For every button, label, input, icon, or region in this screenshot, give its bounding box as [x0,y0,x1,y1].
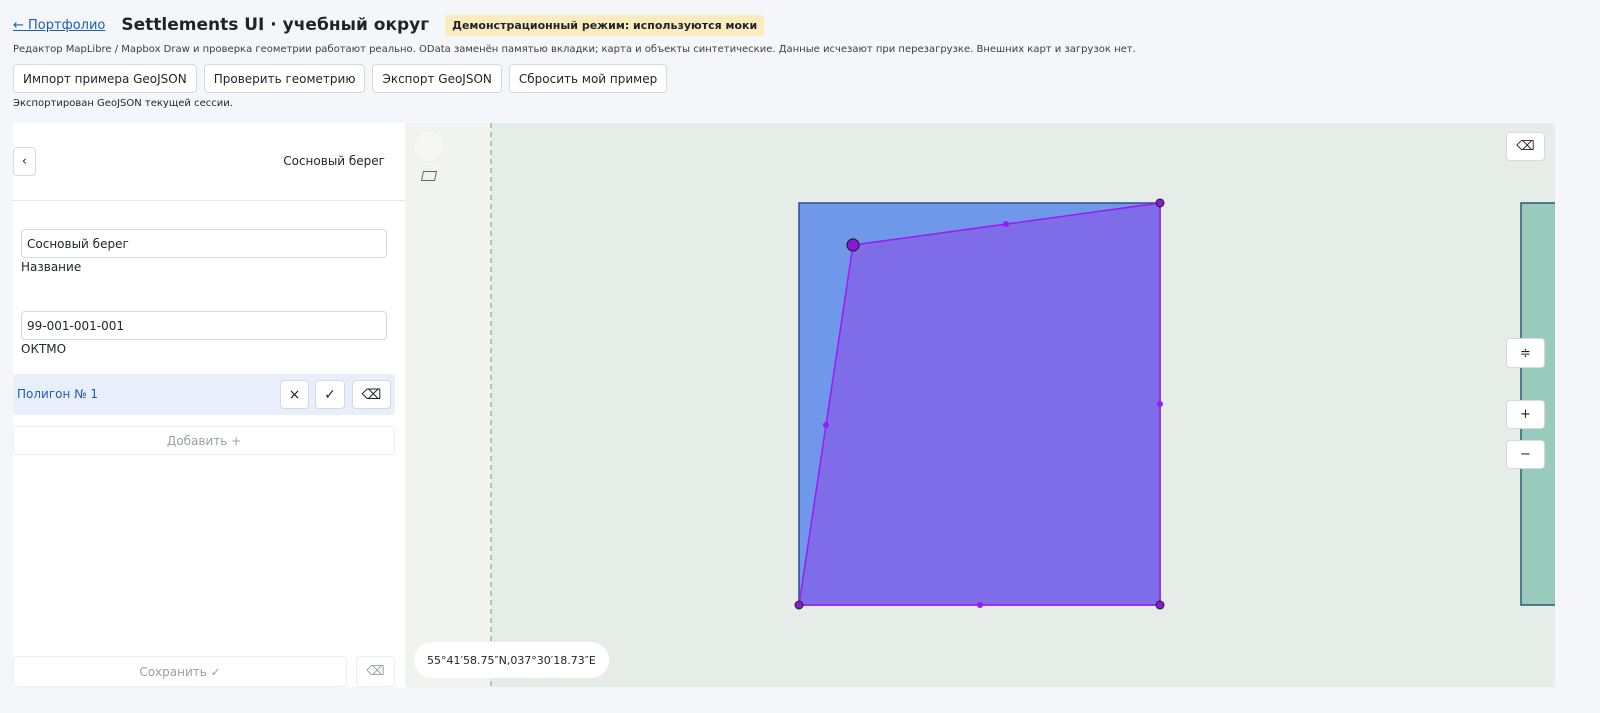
polygon-list-item[interactable]: Полигон № 1 × ✓ ⌫ [13,374,395,415]
reset-example-button[interactable]: Сбросить мой пример [508,64,668,93]
page-description: Редактор MapLibre / Mapbox Draw и провер… [13,44,1136,55]
midpoint-handle [1003,221,1009,227]
save-button[interactable]: Сохранить ✓ [13,656,347,687]
polygon-label[interactable]: Полигон № 1 [17,387,98,401]
map-circle-control[interactable] [413,130,445,162]
name-input[interactable] [21,229,387,258]
sidebar-back-button[interactable]: ‹ [13,147,36,176]
vertex-handle [794,600,804,610]
toolbar: Импорт примера GeoJSON Проверить геометр… [13,64,668,93]
oktmo-input[interactable] [21,311,387,340]
export-geojson-button[interactable]: Экспорт GeoJSON [372,64,502,93]
header: ← Портфолио Settlements UI · учебный окр… [13,12,765,38]
midpoint-handle [823,422,829,428]
polygon-confirm-button[interactable]: ✓ [315,380,345,409]
draw-polygon-icon[interactable] [420,171,438,181]
demo-mode-badge: Демонстрационный режим: используются мок… [445,14,765,36]
sidebar-header: ‹ Сосновый берег [13,123,405,201]
coordinates-readout: 55°41′58.75″N,037°30′18.73″E [414,642,609,678]
settlement-sidebar: ‹ Сосновый берег Название ОКТМО Полигон … [13,123,405,687]
vertex-handle [1155,600,1165,610]
midpoint-handle [977,602,983,608]
vertex-handle [846,238,860,252]
delete-settlement-button[interactable]: ⌫ [356,656,395,687]
compass-button[interactable]: ≑ [1506,338,1545,368]
name-label: Название [21,260,82,274]
page-title: Settlements UI · учебный округ [121,15,430,35]
map-canvas[interactable]: ⌫ ≑ + − 55°41′58.75″N,037°30′18.73″E [405,123,1555,687]
vertex-handle [1155,198,1165,208]
sidebar-title: Сосновый берег [283,154,385,168]
polygon-cancel-button[interactable]: × [280,380,309,409]
portfolio-back-link[interactable]: ← Портфолио [13,18,105,33]
zoom-in-button[interactable]: + [1506,400,1545,429]
check-geometry-button[interactable]: Проверить геометрию [203,64,366,93]
oktmo-label: ОКТМО [21,342,67,356]
editing-polygon [798,202,1161,606]
add-polygon-button[interactable]: Добавить + [13,426,395,455]
midpoint-handle [1157,401,1163,407]
import-geojson-button[interactable]: Импорт примера GeoJSON [13,64,197,93]
polygon-delete-button[interactable]: ⌫ [352,380,391,409]
status-message: Экспортирован GeoJSON текущей сессии. [13,98,233,109]
map-trash-button[interactable]: ⌫ [1506,132,1545,161]
zoom-out-button[interactable]: − [1506,440,1545,469]
map-geometry-layer[interactable] [405,123,1555,687]
